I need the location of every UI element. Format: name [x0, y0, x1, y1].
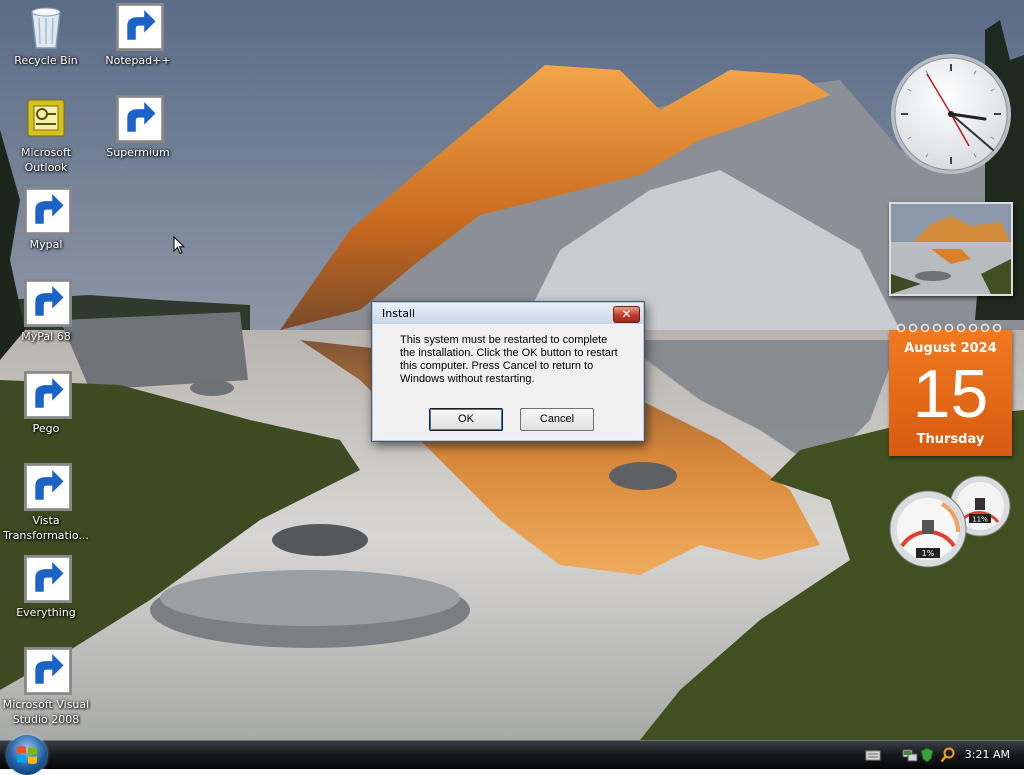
dialog-title: Install [382, 307, 416, 320]
shortcut-arrow-icon [24, 279, 72, 327]
desktop-icon-label: Microsoft Visual Studio 2008 [2, 698, 90, 726]
clock-gadget[interactable] [889, 52, 1013, 176]
calendar-rings [896, 323, 1002, 333]
keyboard-icon[interactable] [865, 747, 881, 763]
shortcut-arrow-icon [24, 371, 72, 419]
dialog-titlebar[interactable]: Install ✕ [373, 303, 643, 324]
cpu-meter-gadget[interactable]: 11% 1% [888, 474, 1014, 570]
desktop-icon-microsoft-outlook[interactable]: Microsoft Outlook [0, 96, 92, 175]
calendar-day: 15 [912, 356, 989, 432]
taskbar: 3:21 AM [0, 735, 1024, 775]
calendar-gadget[interactable]: August 2024 15 Thursday [889, 323, 1012, 456]
desktop-icon-label: Recycle Bin [14, 54, 78, 67]
network-icon[interactable] [902, 747, 918, 763]
memory-usage: 11% [972, 516, 988, 524]
desktop-icon-label: Supermium [106, 146, 170, 159]
cpu-usage: 1% [922, 549, 935, 558]
search-icon[interactable] [940, 747, 956, 763]
shortcut-arrow-icon [116, 95, 164, 143]
desktop-icon-notepad-plus-plus[interactable]: Notepad++ [92, 3, 184, 68]
desktop-icon-label: Vista Transformatio... [3, 514, 89, 542]
desktop-icon-pego[interactable]: Pego [0, 371, 92, 436]
shortcut-arrow-icon [24, 463, 72, 511]
desktop-icon-supermium[interactable]: Supermium [92, 95, 184, 160]
close-button[interactable]: ✕ [613, 306, 640, 323]
desktop-icon-label: Microsoft Outlook [20, 146, 72, 174]
desktop-icon-label: Notepad++ [105, 54, 171, 67]
shortcut-arrow-icon [24, 187, 72, 235]
taskbar-clock[interactable]: 3:21 AM [965, 747, 1010, 763]
install-dialog: Install ✕ This system must be restarted … [371, 301, 645, 442]
dialog-body: This system must be restarted to complet… [378, 326, 638, 435]
desktop-icon-label: MyPal 68 [21, 330, 71, 343]
desktop-icon-visual-studio-2008[interactable]: Microsoft Visual Studio 2008 [0, 647, 92, 727]
shortcut-arrow-icon [24, 555, 72, 603]
desktop-icon-mypal[interactable]: Mypal [0, 187, 92, 252]
windows-logo-icon [17, 746, 37, 764]
close-icon: ✕ [621, 307, 632, 321]
desktop-icon-everything[interactable]: Everything [0, 555, 92, 620]
ok-button[interactable]: OK [429, 408, 503, 431]
desktop-icon-mypal-68[interactable]: MyPal 68 [0, 279, 92, 344]
calendar-weekday: Thursday [916, 432, 985, 447]
mouse-cursor-icon [173, 236, 185, 255]
start-button[interactable] [7, 735, 47, 775]
shortcut-arrow-icon [116, 3, 164, 51]
slideshow-gadget[interactable] [889, 202, 1013, 296]
desktop-icon-label: Pego [32, 422, 60, 435]
dialog-message: This system must be restarted to complet… [400, 334, 618, 385]
desktop-icon-recycle-bin[interactable]: Recycle Bin [0, 4, 92, 68]
security-icon[interactable] [919, 747, 935, 763]
outlook-icon [27, 99, 65, 137]
recycle-bin-icon [31, 7, 61, 49]
slideshow-photo [891, 204, 1011, 294]
shortcut-arrow-icon [24, 647, 72, 695]
desktop-icon-vista-transformation[interactable]: Vista Transformatio... [0, 463, 92, 543]
calendar-month: August 2024 [904, 341, 997, 356]
desktop-icon-label: Everything [16, 606, 76, 619]
desktop-icon-label: Mypal [29, 238, 63, 251]
cancel-button[interactable]: Cancel [520, 408, 594, 431]
